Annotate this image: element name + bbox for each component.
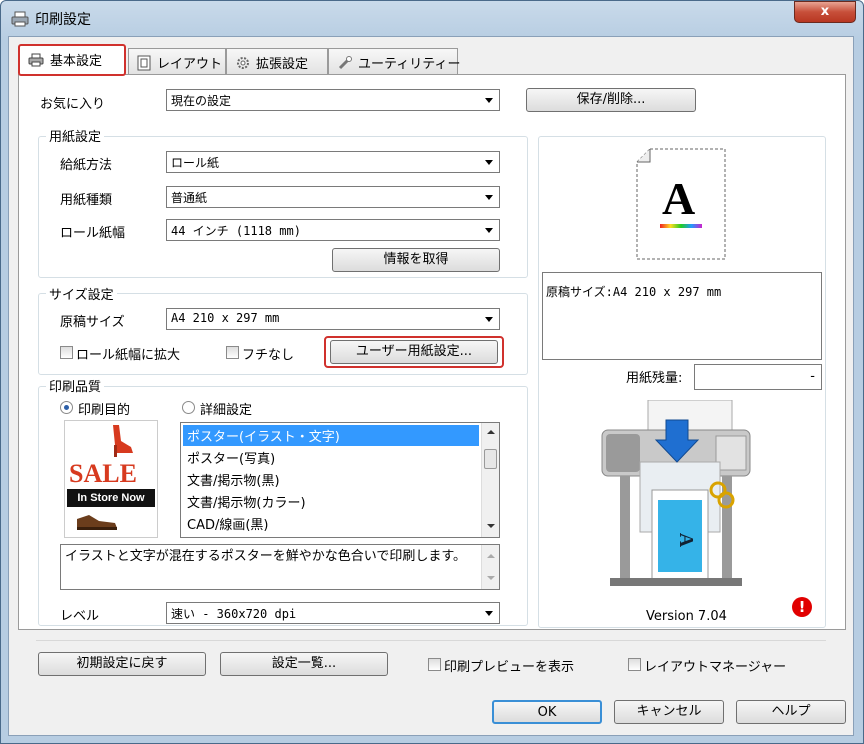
document-preview: A [636,148,726,260]
ok-button[interactable]: OK [492,700,602,724]
print-preview-label: 印刷プレビューを表示 [444,660,575,675]
list-item[interactable]: 文書/掲示物(黒) [183,469,479,490]
chevron-down-icon [485,160,493,165]
level-value: 速い - 360x720 dpi [171,607,297,621]
paper-settings-title: 用紙設定 [46,126,105,145]
divider [36,640,826,641]
level-select[interactable]: 速い - 360x720 dpi [166,602,500,624]
borderless-label: フチなし [242,348,295,363]
roll-width-select[interactable]: 44 インチ (1118 mm) [166,219,500,241]
favorites-select[interactable]: 現在の設定 [166,89,500,111]
chevron-down-icon [485,228,493,233]
quality-preview-image: SALE In Store Now [64,420,158,538]
fit-roll-width-label: ロール紙幅に拡大 [76,348,181,363]
tab-utility[interactable]: ユーティリティー [328,48,461,75]
tab-extended-settings[interactable]: 拡張設定 [226,48,328,74]
title-bar[interactable]: 印刷設定 x [1,1,863,37]
description-text: イラストと文字が混在するポスターを鮮やかな色合いで印刷します。 [65,549,467,564]
user-paper-settings-button[interactable]: ユーザー用紙設定... [330,340,498,364]
paper-source-value: ロール紙 [171,156,220,170]
tab-label: レイアウト [157,57,223,72]
scroll-up-icon[interactable] [486,553,496,559]
purpose-description: イラストと文字が混在するポスターを鮮やかな色合いで印刷します。 [60,544,500,590]
roll-width-value: 44 インチ (1118 mm) [171,224,301,238]
chevron-down-icon [485,195,493,200]
remaining-value: - [810,369,815,384]
high-heel-icon [113,425,133,457]
detail-settings-label: 詳細設定 [200,403,253,418]
printer-icon [11,11,29,31]
chevron-down-icon [485,98,493,103]
fit-roll-width-checkbox[interactable] [60,346,73,359]
get-info-button[interactable]: 情報を取得 [332,248,500,272]
tab-basic-settings[interactable]: 基本設定 [18,44,126,76]
borderless-checkbox[interactable] [226,346,239,359]
scroll-down-icon[interactable] [486,575,496,581]
description-scrollbar[interactable] [481,545,499,589]
favorites-label: お気に入り [40,97,106,112]
layout-manager-checkbox[interactable] [628,658,641,671]
printer-illustration-icon: A [601,400,751,586]
gear-icon [235,55,251,75]
media-type-label: 用紙種類 [60,193,113,208]
level-label: レベル [60,609,100,624]
list-item[interactable]: ポスター(イラスト・文字) [183,425,479,446]
doc-size-label: 原稿サイズ [60,315,125,330]
save-delete-button[interactable]: 保存/削除... [526,88,696,112]
layout-manager-label: レイアウトマネージャー [644,660,787,675]
listbox-scrollbar[interactable] [481,423,499,537]
scroll-up-icon[interactable] [486,429,496,435]
media-type-value: 普通紙 [171,191,208,205]
tab-layout[interactable]: レイアウト [128,48,226,74]
chevron-down-icon [485,611,493,616]
tab-label: 基本設定 [50,54,103,69]
version-text: Version 7.04 [646,609,727,624]
purpose-listbox[interactable]: ポスター(イラスト・文字) ポスター(写真) 文書/掲示物(黒) 文書/掲示物(… [180,422,500,538]
warning-icon[interactable]: ! [792,597,812,617]
settings-list-button[interactable]: 設定一覧... [220,652,388,676]
restore-defaults-button[interactable]: 初期設定に戻す [38,652,206,676]
roll-width-label: ロール紙幅 [60,226,126,241]
sale-text: SALE [69,459,137,488]
purpose-radio[interactable] [60,401,73,414]
print-quality-title: 印刷品質 [46,376,105,395]
svg-text:A: A [675,533,697,548]
favorites-value: 現在の設定 [171,94,232,108]
in-store-now-text: In Store Now [67,489,155,507]
scroll-down-icon[interactable] [486,523,496,529]
layout-icon [137,55,151,75]
printer-tab-icon [28,53,44,71]
print-preview-checkbox[interactable] [428,658,441,671]
shoe-icon [77,515,117,530]
wrench-icon [337,55,353,75]
remaining-field: - [694,364,822,390]
tab-label: 拡張設定 [256,57,309,72]
size-settings-title: サイズ設定 [46,284,117,303]
list-item[interactable]: 文書/掲示物(カラー) [183,491,479,512]
doc-size-info-text: 原稿サイズ:A4 210 x 297 mm [546,285,722,299]
list-item[interactable]: ポスター(写真) [183,447,479,468]
cancel-button[interactable]: キャンセル [614,700,724,724]
doc-size-select[interactable]: A4 210 x 297 mm [166,308,500,330]
chevron-down-icon [485,317,493,322]
media-type-select[interactable]: 普通紙 [166,186,500,208]
close-button[interactable]: x [794,1,856,23]
paper-source-label: 給紙方法 [60,158,113,173]
detail-settings-radio[interactable] [182,401,195,414]
remaining-label: 用紙残量: [626,371,683,386]
doc-size-info-box: 原稿サイズ:A4 210 x 297 mm [542,272,822,360]
help-button[interactable]: ヘルプ [736,700,846,724]
preview-letter: A [662,173,696,224]
purpose-label: 印刷目的 [78,403,131,418]
paper-source-select[interactable]: ロール紙 [166,151,500,173]
scroll-thumb[interactable] [484,449,497,469]
tab-label: ユーティリティー [358,57,461,72]
window-title: 印刷設定 [35,12,91,28]
doc-size-value: A4 210 x 297 mm [171,311,280,325]
list-item[interactable]: CAD/線画(黒) [183,513,479,534]
